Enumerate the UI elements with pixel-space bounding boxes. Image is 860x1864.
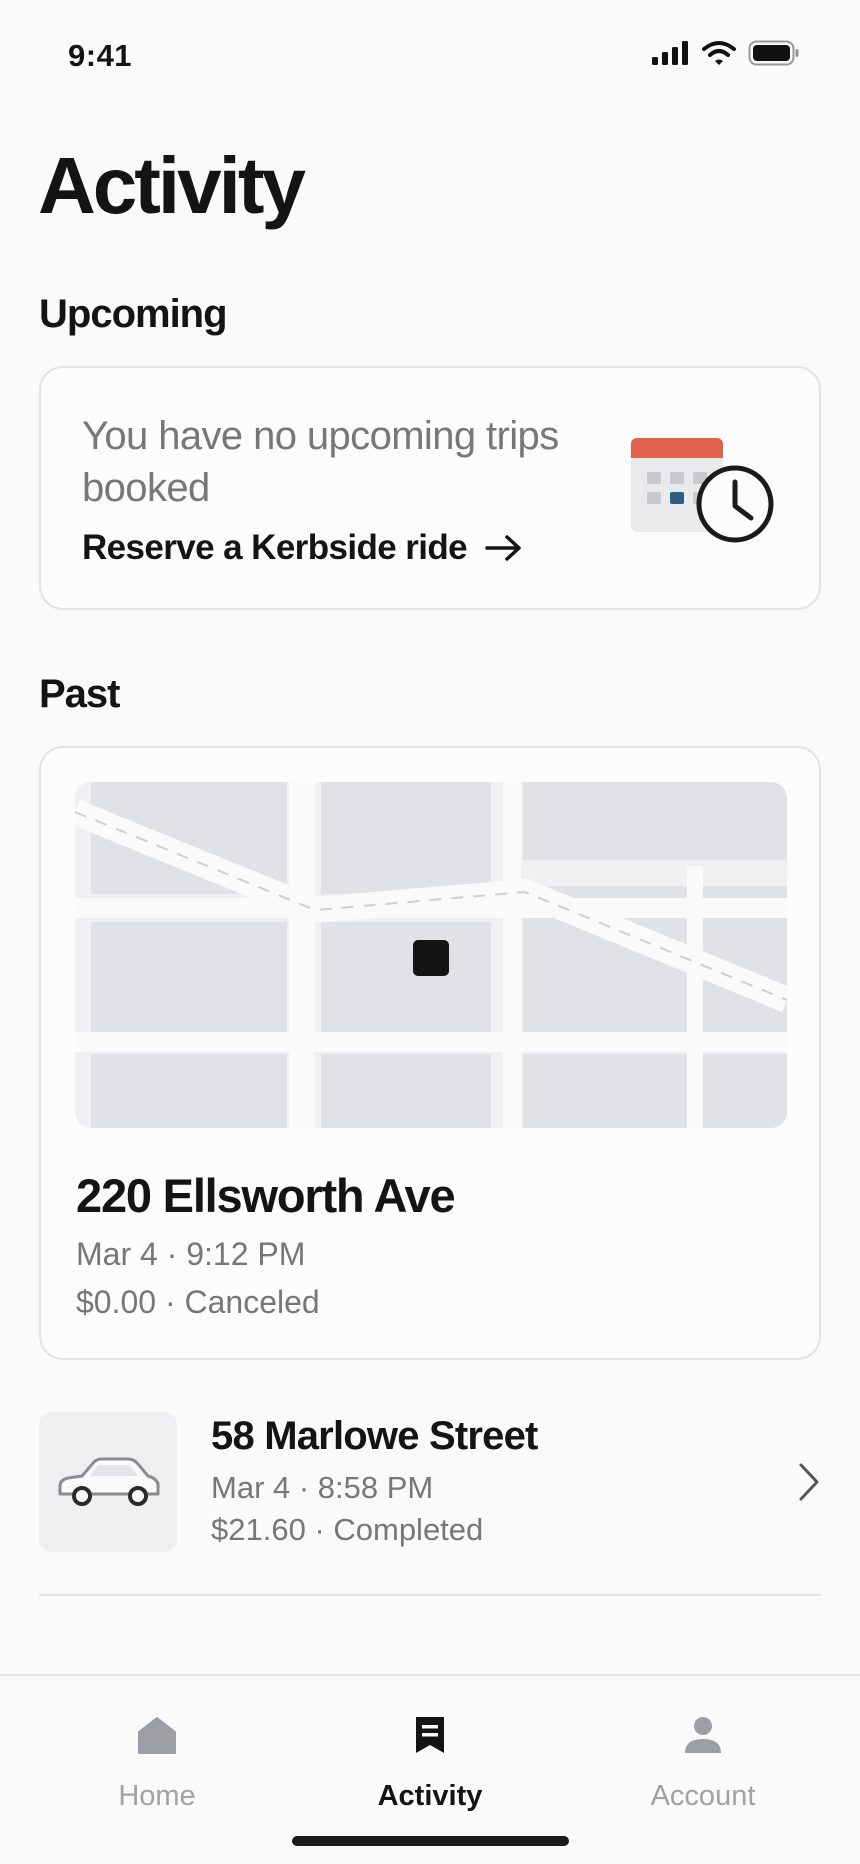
tab-account-label: Account (650, 1780, 756, 1812)
past-ride-card[interactable]: 220 Ellsworth Ave Mar 4 · 9:12 PM $0.00 … (39, 746, 821, 1360)
ride-list-item[interactable]: 58 Marlowe Street Mar 4 · 8:58 PM $21.60… (39, 1410, 821, 1596)
arrow-right-icon (485, 535, 521, 561)
map-illustration (75, 782, 787, 1128)
ride-address: 58 Marlowe Street (211, 1414, 538, 1458)
home-icon (138, 1717, 176, 1754)
tab-account[interactable]: Account (560, 1676, 846, 1826)
car-icon (58, 1457, 160, 1506)
tab-activity-label: Activity (377, 1780, 483, 1812)
upcoming-section-title: Upcoming (39, 292, 228, 336)
upcoming-card: You have no upcoming trips booked Reserv… (39, 366, 821, 610)
wifi-icon (702, 41, 736, 65)
status-icons (652, 40, 800, 66)
home-indicator (292, 1836, 569, 1846)
upcoming-empty-message: You have no upcoming trips booked (82, 414, 559, 510)
person-icon (685, 1717, 721, 1753)
ride-datetime: Mar 4 · 8:58 PM (211, 1470, 434, 1505)
tab-home[interactable]: Home (14, 1676, 300, 1826)
receipt-icon (416, 1717, 444, 1753)
past-section-title: Past (39, 672, 120, 716)
battery-icon (748, 40, 799, 66)
status-bar: 9:41 (0, 0, 860, 112)
status-time: 9:41 (68, 38, 133, 73)
featured-ride-datetime: Mar 4 · 9:12 PM (76, 1236, 306, 1272)
featured-ride-fare-status: $0.00 · Canceled (76, 1284, 320, 1320)
tab-activity[interactable]: Activity (287, 1676, 573, 1826)
map-marker-icon (413, 940, 449, 976)
chevron-right-icon (799, 1463, 819, 1501)
reserve-ride-label: Reserve a Kerbside ride (82, 528, 468, 567)
featured-ride-address: 220 Ellsworth Ave (76, 1169, 456, 1222)
calendar-clock-icon (631, 438, 774, 543)
ride-fare-status: $21.60 · Completed (211, 1512, 484, 1547)
tab-home-label: Home (118, 1780, 196, 1812)
ride-map (75, 782, 787, 1128)
reserve-ride-link[interactable]: Reserve a Kerbside ride (82, 528, 523, 568)
car-thumbnail (39, 1412, 177, 1552)
page-title: Activity (38, 141, 306, 230)
cellular-signal-icon (652, 41, 688, 65)
